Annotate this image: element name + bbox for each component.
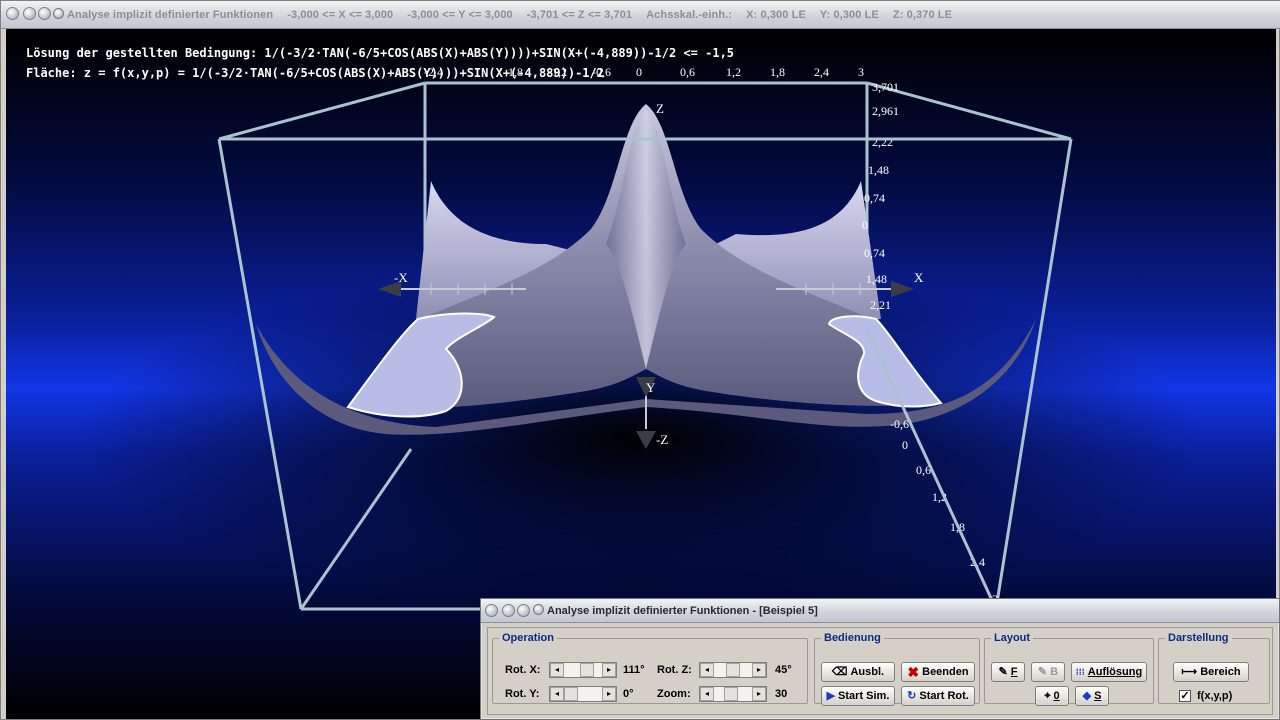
control-window-title: Analyse implizit definierter Funktionen … [547,605,818,617]
top-tick-label: 3 [858,65,864,79]
axis-name-x-pos: X [914,270,924,285]
layout-f-button[interactable]: ✎ F [991,662,1025,682]
rot-z-slider[interactable]: ◂ ▸ [699,662,767,678]
aufloesung-button[interactable]: ⁞⁞⁞ Auflösung [1071,662,1147,682]
zoom-value: 30 [775,688,788,700]
rot-y-value: 0° [623,688,634,700]
control-maximize-button[interactable] [517,604,530,617]
y-tick-label: -0,6 [890,417,909,431]
rotate-icon: ↻ [907,689,917,702]
z-tick-label: 2,21 [870,298,891,312]
top-tick-label: 2,4 [814,65,829,79]
layout-b-button[interactable]: ✎ B [1031,662,1065,682]
minimize-button[interactable] [23,7,36,20]
start-rot-button[interactable]: ↻ Start Rot. [901,686,975,706]
app-icon [53,8,64,19]
rot-x-value: 111° [623,664,645,676]
surface-formula-text: Fläche: z = f(x,y,p) = 1/(-3/2·TAN(-6/5+… [26,66,604,80]
y-tick-label: 0 [902,438,908,452]
rot-x-slider[interactable]: ◂ ▸ [549,662,617,678]
control-title-bar[interactable]: Analyse implizit definierter Funktionen … [481,599,1279,623]
title-bar[interactable]: Analyse implizit definierter Funktionen -… [1,1,1280,29]
operation-legend: Operation [502,632,554,644]
control-app-icon [533,604,544,615]
rot-y-increment[interactable]: ▸ [602,687,616,701]
control-menu-button[interactable] [485,604,498,617]
rot-z-thumb[interactable] [726,663,740,677]
darstellung-legend: Darstellung [1168,632,1229,644]
zoom-label: Zoom: [657,688,691,700]
rot-x-thumb[interactable] [580,663,594,677]
close-icon: ✖ [907,664,920,680]
rot-y-label: Rot. Y: [505,688,540,700]
z-tick-label: 0,74 [864,191,885,205]
layout-group: Layout ✎ F ✎ B ⁞⁞⁞ Auflösung ⌖ 0 ◆ S [984,632,1154,706]
resolution-icon: ⁞⁞⁞ [1075,666,1085,677]
ausbl-button[interactable]: ⌫ Ausbl. [821,662,895,682]
z-tick-label: 0 [862,218,868,232]
z-tick-label: 0,74 [864,246,885,260]
axis-name-x-neg: -X [394,270,408,285]
paint-bucket-icon: ✎ [998,665,1008,678]
rot-y-thumb[interactable] [564,687,578,701]
window-title: Analyse implizit definierter Funktionen -… [67,9,953,21]
rot-y-decrement[interactable]: ◂ [550,687,564,701]
z-tick-label: 3,701 [872,80,899,94]
rot-x-label: Rot. X: [505,664,541,676]
control-window: Analyse implizit definierter Funktionen … [480,598,1280,720]
layout-0-button[interactable]: ⌖ 0 [1035,686,1069,706]
rot-x-increment[interactable]: ▸ [602,663,616,677]
top-tick-label: 1,2 [726,65,741,79]
control-body: Operation Rot. X: ◂ ▸ 111° Rot. Y: ◂ ▸ 0… [487,627,1273,715]
crosshair-icon: ⌖ [1044,689,1051,702]
axis-name-z-pos: Z [656,101,664,116]
rot-y-slider[interactable]: ◂ ▸ [549,686,617,702]
z-tick-label: 1,48 [868,163,889,177]
top-tick-label: 1,8 [770,65,785,79]
range-icon: ⟼ [1181,665,1198,678]
zoom-increment[interactable]: ▸ [752,687,766,701]
play-icon: ▶ [826,689,836,702]
z-tick-label: 1,48 [866,272,887,286]
maximize-button[interactable] [38,7,51,20]
bedienung-legend: Bedienung [824,632,881,644]
control-minimize-button[interactable] [502,604,515,617]
rot-x-decrement[interactable]: ◂ [550,663,564,677]
z-tick-label: 2,961 [872,104,899,118]
rot-z-label: Rot. Z: [657,664,692,676]
rot-z-value: 45° [775,664,792,676]
condition-text: Lösung der gestellten Bedingung: 1/(-3/2… [26,46,735,60]
layout-s-button[interactable]: ◆ S [1075,686,1109,706]
zoom-decrement[interactable]: ◂ [700,687,714,701]
bereich-button[interactable]: ⟼ Bereich [1173,662,1249,682]
rot-z-increment[interactable]: ▸ [752,663,766,677]
top-tick-label: 0,6 [680,65,695,79]
fxyp-checkbox[interactable]: ✓ [1179,690,1191,702]
start-sim-button[interactable]: ▶ Start Sim. [821,686,895,706]
brush-icon: ✎ [1037,665,1048,678]
axis-name-y-pos: Y [646,380,656,395]
axis-name-z-neg: -Z [656,432,668,447]
window-menu-button[interactable] [6,7,19,20]
layout-legend: Layout [994,632,1031,644]
top-tick-label: 0 [636,65,642,79]
beenden-button[interactable]: ✖ Beenden [901,662,975,682]
zoom-slider[interactable]: ◂ ▸ [699,686,767,702]
zoom-thumb[interactable] [724,687,738,701]
shape-icon: ◆ [1082,689,1092,702]
darstellung-group: Darstellung ⟼ Bereich ✓ f(x,y,p) [1158,632,1270,704]
eraser-icon: ⌫ [831,665,848,678]
bedienung-group: Bedienung ⌫ Ausbl. ✖ Beenden ▶ Start Sim. ↻… [814,632,980,706]
rot-z-decrement[interactable]: ◂ [700,663,714,677]
fxyp-label: f(x,y,p) [1197,690,1233,702]
z-tick-label: 2,22 [872,135,893,149]
operation-group: Operation Rot. X: ◂ ▸ 111° Rot. Y: ◂ ▸ 0… [492,632,808,704]
